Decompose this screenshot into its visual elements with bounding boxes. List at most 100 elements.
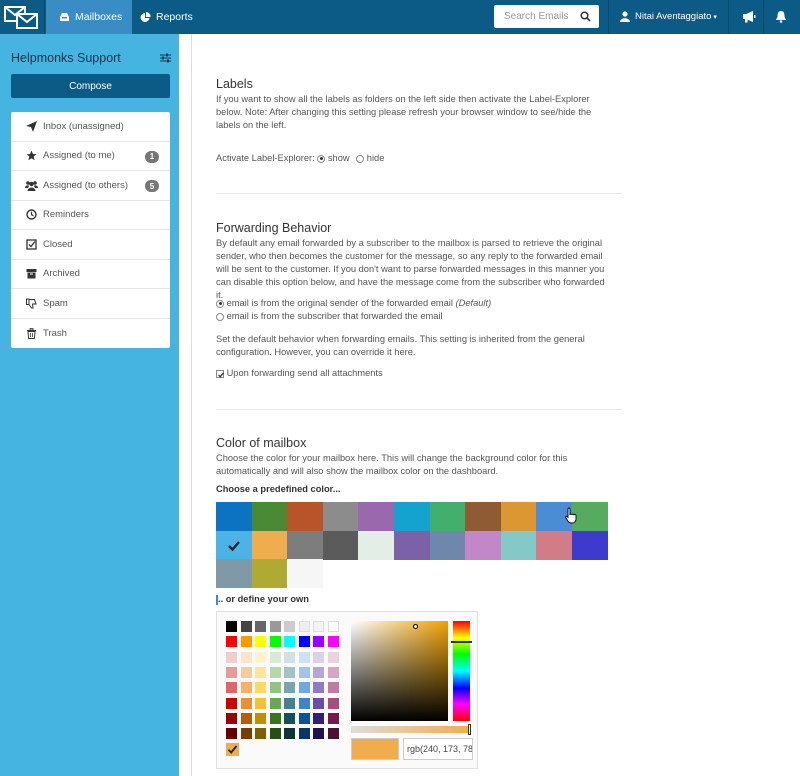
palette-color[interactable] bbox=[255, 636, 266, 648]
folder-closed[interactable]: Closed bbox=[11, 230, 170, 260]
palette-color[interactable] bbox=[298, 728, 310, 740]
palette-color[interactable] bbox=[284, 636, 295, 648]
palette-color[interactable] bbox=[255, 651, 266, 663]
palette-color[interactable] bbox=[313, 621, 324, 632]
alpha-handle[interactable] bbox=[468, 724, 471, 735]
color-swatch[interactable] bbox=[216, 502, 252, 531]
color-swatch[interactable] bbox=[251, 530, 288, 560]
search-input[interactable]: Search Emails bbox=[494, 5, 599, 28]
palette-color[interactable] bbox=[284, 682, 295, 694]
show-radio-label[interactable]: show bbox=[328, 153, 350, 163]
palette-color[interactable] bbox=[226, 636, 237, 648]
palette-color[interactable] bbox=[255, 621, 266, 632]
palette-color[interactable] bbox=[327, 728, 339, 740]
palette-color[interactable] bbox=[313, 666, 324, 678]
show-radio[interactable] bbox=[317, 154, 326, 163]
color-swatch[interactable] bbox=[429, 530, 466, 560]
palette-color[interactable] bbox=[298, 697, 310, 709]
palette-color[interactable] bbox=[313, 636, 324, 648]
palette-color[interactable] bbox=[313, 712, 324, 724]
palette-color[interactable] bbox=[327, 636, 339, 648]
palette-color[interactable] bbox=[226, 728, 237, 740]
palette-color[interactable] bbox=[298, 666, 310, 678]
palette-color[interactable] bbox=[327, 697, 339, 709]
palette-color[interactable] bbox=[226, 712, 237, 724]
subscriber-radio[interactable] bbox=[216, 312, 224, 321]
saturation-value-area[interactable] bbox=[351, 621, 448, 721]
search-icon[interactable] bbox=[580, 11, 591, 22]
original-sender-radio[interactable] bbox=[216, 299, 224, 308]
palette-color[interactable] bbox=[298, 682, 310, 694]
palette-color[interactable] bbox=[255, 697, 266, 709]
mailbox-title[interactable]: Helpmonks Support bbox=[11, 51, 121, 65]
palette-color[interactable] bbox=[313, 651, 324, 663]
palette-color[interactable] bbox=[284, 697, 295, 709]
attachments-row[interactable]: Upon forwarding send all attachments bbox=[216, 367, 383, 380]
color-swatch[interactable] bbox=[251, 559, 288, 588]
color-handle[interactable] bbox=[413, 624, 418, 629]
folder-spam[interactable]: Spam bbox=[11, 289, 170, 319]
palette-color[interactable] bbox=[255, 728, 266, 740]
folder-inbox-unassigned[interactable]: Inbox (unassigned) bbox=[11, 112, 170, 142]
palette-color[interactable] bbox=[255, 682, 266, 694]
palette-color[interactable] bbox=[269, 728, 281, 740]
palette-color[interactable] bbox=[255, 712, 266, 724]
color-swatch[interactable] bbox=[394, 502, 430, 531]
helpmonks-logo-icon[interactable] bbox=[4, 4, 40, 30]
palette-color[interactable] bbox=[298, 712, 310, 724]
color-swatch[interactable] bbox=[500, 502, 537, 531]
hide-radio-label[interactable]: hide bbox=[367, 153, 385, 163]
color-swatch[interactable] bbox=[322, 530, 359, 560]
forwarding-option-subscriber[interactable]: email is from the subscriber that forwar… bbox=[216, 310, 443, 323]
attachments-checkbox[interactable] bbox=[216, 369, 225, 378]
color-swatch[interactable] bbox=[394, 530, 430, 560]
palette-color[interactable] bbox=[240, 636, 252, 648]
hue-handle[interactable] bbox=[451, 641, 472, 643]
original-sender-label[interactable]: email is from the original sender of the… bbox=[227, 298, 453, 308]
color-swatch[interactable] bbox=[216, 530, 252, 560]
bell-icon[interactable] bbox=[775, 10, 787, 23]
color-swatch[interactable] bbox=[358, 530, 395, 560]
palette-color[interactable] bbox=[255, 666, 266, 678]
folder-reminders[interactable]: Reminders bbox=[11, 201, 170, 230]
hide-radio[interactable] bbox=[356, 154, 365, 163]
palette-color[interactable] bbox=[327, 651, 339, 663]
palette-color[interactable] bbox=[226, 666, 237, 678]
palette-color[interactable] bbox=[226, 651, 237, 663]
palette-color[interactable] bbox=[284, 712, 295, 724]
subscriber-label[interactable]: email is from the subscriber that forwar… bbox=[227, 311, 443, 321]
palette-color[interactable] bbox=[240, 728, 252, 740]
color-swatch[interactable] bbox=[465, 502, 502, 531]
palette-color[interactable] bbox=[240, 651, 252, 663]
palette-color[interactable] bbox=[269, 697, 281, 709]
palette-color[interactable] bbox=[327, 712, 339, 724]
palette-color[interactable] bbox=[313, 682, 324, 694]
color-swatch[interactable] bbox=[322, 502, 359, 531]
color-swatch[interactable] bbox=[429, 502, 466, 531]
alpha-slider[interactable] bbox=[351, 726, 471, 733]
hue-slider[interactable] bbox=[453, 621, 470, 721]
color-swatch[interactable] bbox=[572, 530, 608, 560]
nav-reports-tab[interactable]: Reports bbox=[140, 0, 193, 34]
color-swatch[interactable] bbox=[287, 559, 324, 588]
palette-color[interactable] bbox=[284, 621, 295, 632]
palette-color[interactable] bbox=[240, 621, 252, 632]
palette-color[interactable] bbox=[298, 636, 310, 648]
palette-color[interactable] bbox=[284, 651, 295, 663]
attachments-label[interactable]: Upon forwarding send all attachments bbox=[227, 368, 383, 378]
palette-color[interactable] bbox=[327, 621, 339, 632]
palette-color[interactable] bbox=[298, 651, 310, 663]
palette-color[interactable] bbox=[226, 621, 237, 632]
palette-color[interactable] bbox=[269, 651, 281, 663]
color-swatch[interactable] bbox=[358, 502, 395, 531]
palette-color[interactable] bbox=[269, 682, 281, 694]
palette-color[interactable] bbox=[226, 682, 237, 694]
folder-trash[interactable]: Trash bbox=[11, 319, 170, 349]
palette-color[interactable] bbox=[240, 682, 252, 694]
palette-color[interactable] bbox=[269, 636, 281, 648]
color-swatch[interactable] bbox=[465, 530, 502, 560]
palette-color[interactable] bbox=[269, 621, 281, 632]
palette-color[interactable] bbox=[313, 728, 324, 740]
palette-color[interactable] bbox=[226, 697, 237, 709]
folder-archived[interactable]: Archived bbox=[11, 260, 170, 289]
